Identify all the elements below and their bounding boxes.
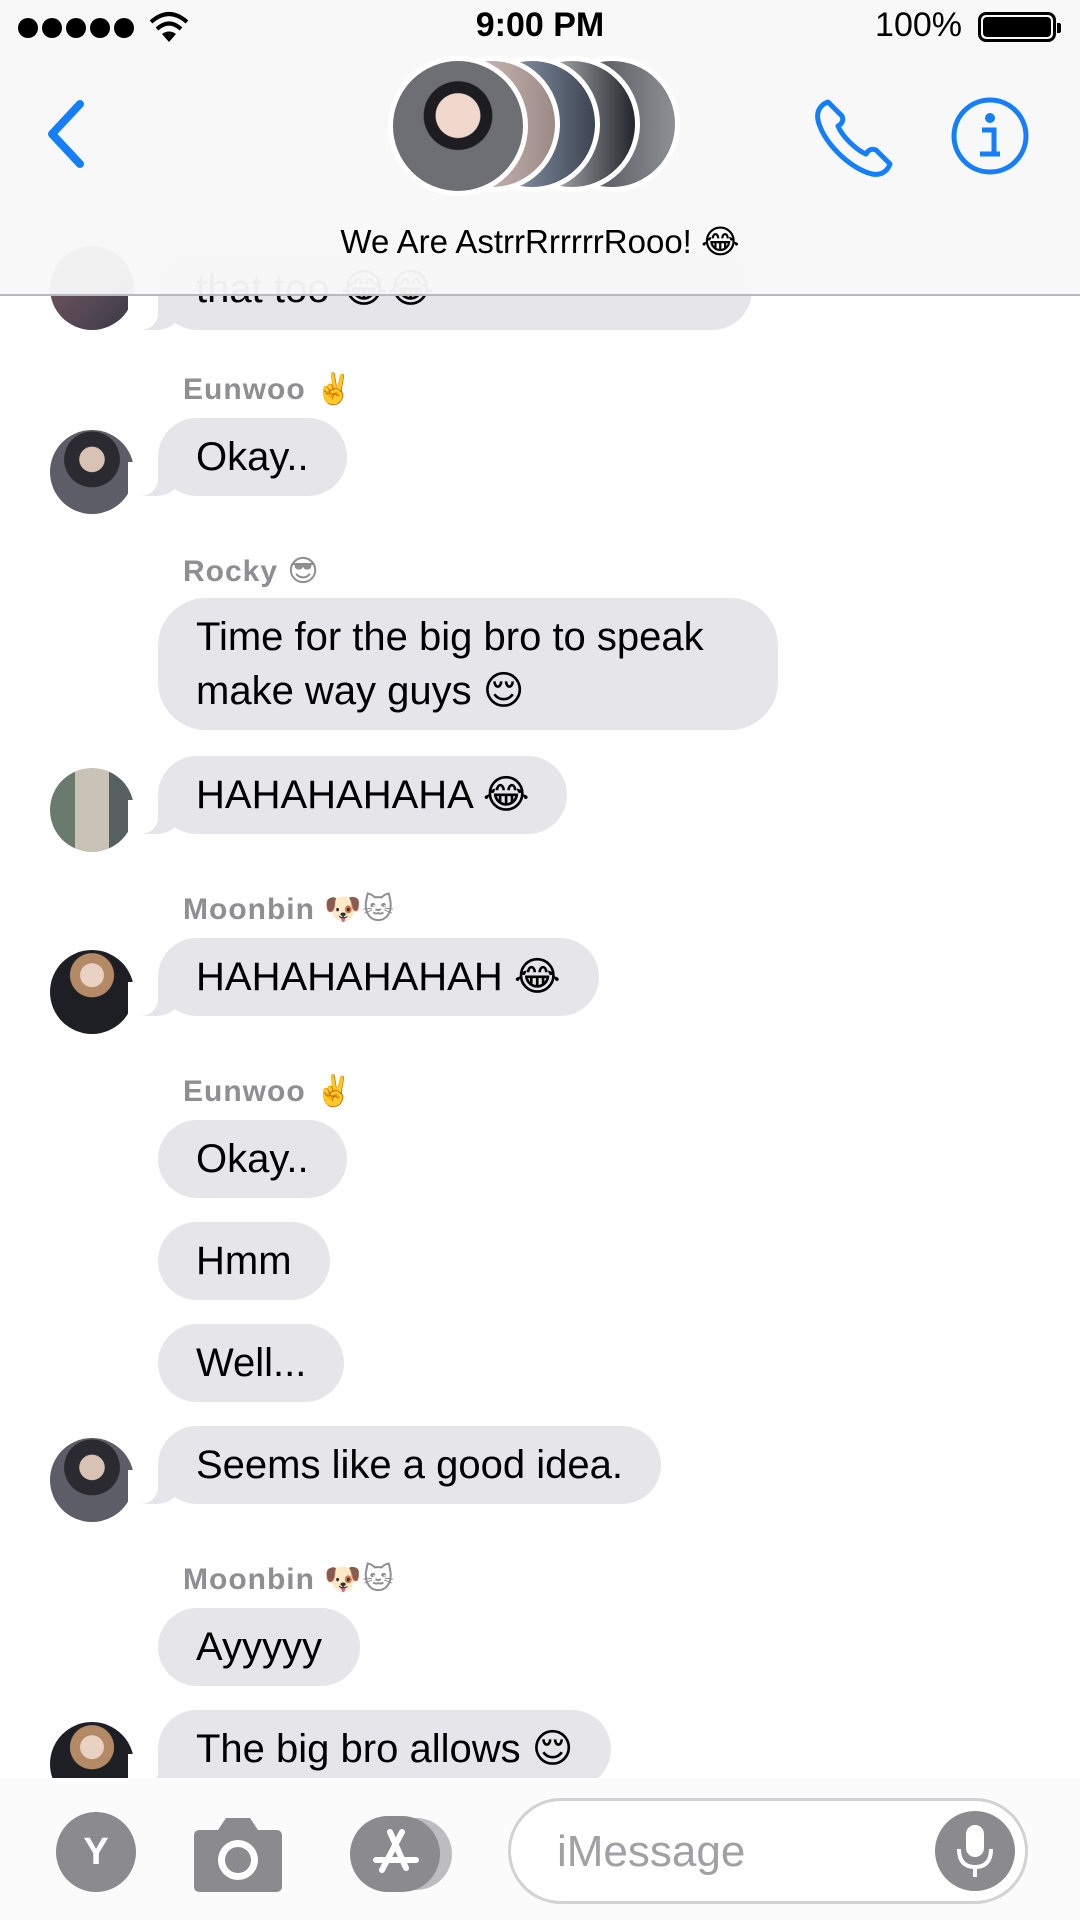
microphone-icon xyxy=(957,1825,993,1877)
app-store-icon xyxy=(350,1816,452,1892)
sender-name: Rocky 😎 xyxy=(183,555,320,588)
message-bubble[interactable]: The big bro allows 😌 xyxy=(127,1710,612,1780)
input-placeholder: iMessage xyxy=(557,1827,746,1876)
message-bubble[interactable]: Seems like a good idea. xyxy=(128,1426,661,1504)
avatar[interactable] xyxy=(50,1722,134,1780)
imessage-input[interactable]: iMessage xyxy=(508,1798,1028,1904)
sender-name: Moonbin 🐶🐱 xyxy=(183,1563,395,1596)
app-drawer-button[interactable]: Y xyxy=(56,1812,136,1892)
sender-name: Eunwoo ✌️ xyxy=(183,373,354,406)
app-store-button[interactable] xyxy=(346,1814,458,1894)
message-bubble[interactable]: Ayyyyy xyxy=(158,1608,360,1686)
message-bubble[interactable]: HAHAHAHAHAH 😂 xyxy=(128,938,599,1016)
message-bubble[interactable]: Time for the big bro to speak make way g… xyxy=(158,598,778,730)
phone-icon xyxy=(815,99,893,177)
compose-bar: Y iMessage xyxy=(0,1778,1080,1920)
microphone-button[interactable] xyxy=(935,1811,1015,1891)
back-button[interactable] xyxy=(40,94,100,174)
message-text: HAHAHAHAHA 😂 xyxy=(196,773,530,817)
message-text: HAHAHAHAHAH 😂 xyxy=(196,955,561,999)
message-text: Okay.. xyxy=(196,1137,309,1181)
sender-name: Eunwoo ✌️ xyxy=(183,1075,354,1108)
avatar[interactable] xyxy=(50,950,134,1034)
message-text: Well... xyxy=(196,1341,307,1385)
message-text: Okay.. xyxy=(196,435,309,479)
message-bubble[interactable]: Well... xyxy=(158,1324,345,1402)
group-title[interactable]: We Are AstrrRrrrrrRooo! 😂 xyxy=(0,222,1080,261)
avatar xyxy=(388,56,528,196)
avatar[interactable] xyxy=(50,1438,134,1522)
message-text: Ayyyyy xyxy=(196,1625,322,1669)
sender-name: Moonbin 🐶🐱 xyxy=(183,893,395,926)
call-button[interactable] xyxy=(812,96,898,180)
info-icon xyxy=(951,97,1029,175)
battery-percent: 100% xyxy=(875,6,962,44)
message-text: The big bro allows 😌 xyxy=(196,1727,574,1771)
chevron-left-icon xyxy=(48,100,84,168)
message-bubble[interactable]: Okay.. xyxy=(158,1120,347,1198)
avatar[interactable] xyxy=(50,768,134,852)
status-bar: 9:00 PM 100% xyxy=(0,0,1080,52)
message-text: Seems like a good idea. xyxy=(196,1443,623,1487)
group-avatar-stack[interactable] xyxy=(388,56,688,196)
message-text: Hmm xyxy=(196,1239,292,1283)
battery-icon xyxy=(978,12,1061,42)
info-button[interactable] xyxy=(950,96,1030,176)
camera-button[interactable] xyxy=(190,1814,286,1894)
camera-icon xyxy=(194,1818,282,1892)
message-bubble[interactable]: Okay.. xyxy=(128,418,347,496)
avatar[interactable] xyxy=(50,430,134,514)
message-bubble[interactable]: HAHAHAHAHA 😂 xyxy=(127,756,568,834)
message-text: Time for the big bro to speak make way g… xyxy=(196,615,704,713)
message-bubble[interactable]: Hmm xyxy=(158,1222,330,1300)
